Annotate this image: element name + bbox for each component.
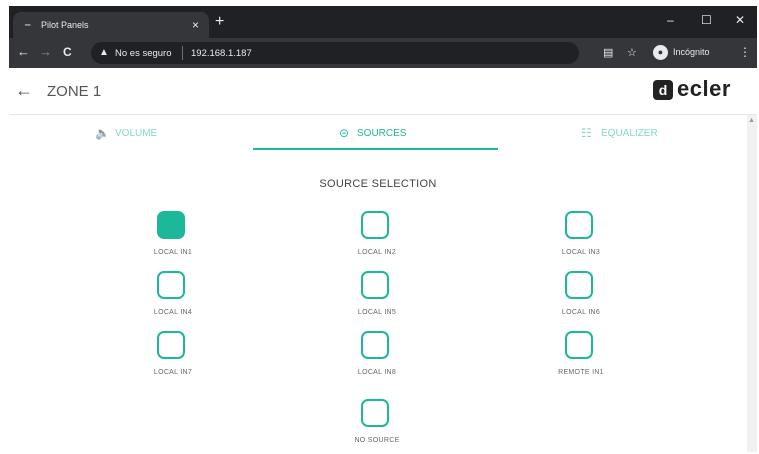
source-option[interactable]: LOCAL IN1 <box>123 211 223 271</box>
browser-window: ━ Pilot Panels × + – ☐ ✕ ← → C ▲ No es s… <box>9 6 757 452</box>
scroll-up-icon[interactable]: ▲ <box>748 117 755 124</box>
favicon-icon: ━ <box>25 20 31 30</box>
active-tab-indicator <box>253 148 498 150</box>
tab-volume[interactable]: 🔈 VOLUME <box>91 115 211 151</box>
browser-toolbar: ← → C ▲ No es seguro 192.168.1.187 ▤ ☆ ●… <box>9 38 757 68</box>
address-divider <box>182 46 183 60</box>
source-option[interactable]: NO SOURCE <box>327 399 427 452</box>
source-panel: SOURCE SELECTION LOCAL IN1 LOCAL IN2 LOC… <box>9 151 747 452</box>
source-toggle[interactable] <box>157 331 185 359</box>
source-toggle[interactable] <box>157 211 185 239</box>
source-option[interactable]: LOCAL IN8 <box>327 331 427 391</box>
incognito-indicator[interactable]: ● Incógnito <box>649 43 729 63</box>
new-tab-button[interactable]: + <box>215 14 224 30</box>
address-bar[interactable]: ▲ No es seguro 192.168.1.187 <box>91 42 579 64</box>
source-toggle[interactable] <box>565 211 593 239</box>
menu-kebab-icon[interactable]: ⋮ <box>739 45 751 59</box>
logo-mark: d <box>653 80 673 100</box>
section-title: SOURCE SELECTION <box>319 178 437 190</box>
minimize-button[interactable]: – <box>667 13 674 27</box>
source-toggle[interactable] <box>361 399 389 427</box>
tab-equalizer[interactable]: ☷ EQUALIZER <box>581 115 711 151</box>
source-option[interactable]: LOCAL IN4 <box>123 271 223 331</box>
source-label: LOCAL IN7 <box>153 369 193 376</box>
close-window-button[interactable]: ✕ <box>735 13 745 27</box>
forward-nav-button[interactable]: → <box>39 45 52 59</box>
back-nav-button[interactable]: ← <box>17 45 30 59</box>
source-label: REMOTE IN1 <box>558 369 604 376</box>
bookmark-star-icon[interactable]: ☆ <box>627 46 637 59</box>
source-option[interactable]: LOCAL IN2 <box>327 211 427 271</box>
tab-sources[interactable]: ⊝ SOURCES <box>335 115 455 151</box>
source-arrow-icon: ⊝ <box>339 126 350 140</box>
tab-equalizer-label: EQUALIZER <box>601 128 658 139</box>
logo-word: ecler <box>677 76 731 101</box>
security-status: No es seguro <box>115 48 172 59</box>
source-label: LOCAL IN8 <box>357 369 397 376</box>
source-option[interactable]: LOCAL IN6 <box>531 271 631 331</box>
source-label: LOCAL IN1 <box>153 249 193 256</box>
source-option[interactable]: REMOTE IN1 <box>531 331 631 391</box>
source-option[interactable]: LOCAL IN7 <box>123 331 223 391</box>
source-toggle[interactable] <box>361 211 389 239</box>
tab-sources-label: SOURCES <box>357 128 407 139</box>
source-label: LOCAL IN5 <box>357 309 397 316</box>
back-arrow-icon[interactable]: ← <box>15 80 33 101</box>
incognito-label: Incógnito <box>673 47 710 57</box>
browser-tab[interactable]: ━ Pilot Panels × <box>13 12 209 38</box>
section-tabs: 🔈 VOLUME ⊝ SOURCES ☷ EQUALIZER <box>9 115 747 151</box>
maximize-button[interactable]: ☐ <box>701 13 712 27</box>
page-title: ZONE 1 <box>47 83 102 100</box>
tab-title: Pilot Panels <box>41 20 89 30</box>
scrollbar[interactable]: ▲ <box>747 115 757 452</box>
source-toggle[interactable] <box>565 271 593 299</box>
equalizer-icon: ☷ <box>581 126 592 140</box>
tab-close-icon[interactable]: × <box>192 18 199 32</box>
source-toggle[interactable] <box>565 331 593 359</box>
source-label: NO SOURCE <box>354 437 400 444</box>
title-bar: ━ Pilot Panels × + – ☐ ✕ <box>9 6 757 38</box>
source-label: LOCAL IN6 <box>561 309 601 316</box>
warning-icon: ▲ <box>99 47 109 58</box>
source-toggle[interactable] <box>157 271 185 299</box>
source-label: LOCAL IN2 <box>357 249 397 256</box>
url-text: 192.168.1.187 <box>191 48 252 59</box>
translate-icon[interactable]: ▤ <box>603 46 613 59</box>
source-label: LOCAL IN4 <box>153 309 193 316</box>
reload-button[interactable]: C <box>63 45 72 59</box>
tab-volume-label: VOLUME <box>115 128 158 139</box>
source-toggle[interactable] <box>361 271 389 299</box>
speaker-icon: 🔈 <box>95 126 110 140</box>
source-toggle[interactable] <box>361 331 389 359</box>
source-option[interactable]: LOCAL IN3 <box>531 211 631 271</box>
incognito-icon: ● <box>653 45 668 60</box>
source-option[interactable]: LOCAL IN5 <box>327 271 427 331</box>
app-header: ← ZONE 1 d ecler <box>9 68 757 115</box>
source-label: LOCAL IN3 <box>561 249 601 256</box>
